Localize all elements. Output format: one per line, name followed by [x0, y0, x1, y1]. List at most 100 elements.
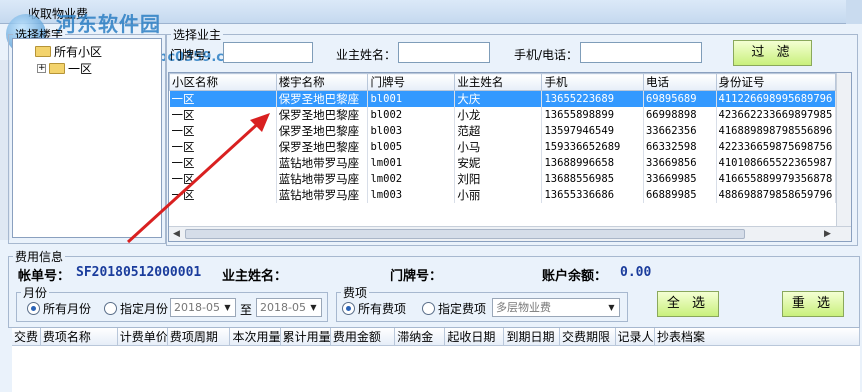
owner-name-input[interactable]	[398, 42, 490, 63]
table-cell: 66889985	[643, 187, 717, 203]
folder-icon	[49, 63, 65, 74]
phone-input[interactable]	[580, 42, 702, 63]
account-label: 帐单号：	[18, 269, 71, 284]
tree-root[interactable]: 所有小区	[35, 43, 102, 60]
table-cell: lm001	[367, 155, 456, 171]
table-cell: bl005	[367, 139, 456, 155]
account-value: SF20180512000001	[76, 265, 202, 280]
owner-column-header[interactable]: 手机	[541, 73, 644, 91]
scroll-left-icon[interactable]: ◀	[169, 227, 184, 241]
select-all-button[interactable]: 全 选	[657, 291, 719, 317]
fee-column-header[interactable]: 费用金额	[331, 328, 396, 345]
fee-column-header[interactable]: 滞纳金	[395, 328, 446, 345]
table-cell: 411226698995689796	[716, 90, 837, 107]
chevron-down-icon[interactable]: ▼	[220, 299, 235, 316]
fee-column-header[interactable]: 抄表档案	[655, 328, 861, 345]
fee-column-header[interactable]: 费项名称	[41, 328, 118, 345]
scroll-right-icon[interactable]: ▶	[820, 227, 835, 241]
fee-column-header[interactable]: 交费	[12, 328, 41, 345]
fee-item-value: 多层物业费	[496, 301, 551, 314]
fee-column-header[interactable]: 费项周期	[168, 328, 231, 345]
table-cell: bl002	[367, 107, 456, 123]
table-cell: 一区	[169, 107, 277, 123]
month-from-select[interactable]: 2018-05 ▼	[170, 298, 236, 317]
table-cell: bl003	[367, 123, 456, 139]
table-row[interactable]: 一区 保罗圣地巴黎座 bl001 大庆 13655223689 69895689 41122…	[169, 90, 851, 107]
fee-item-legend: 费项	[343, 286, 368, 300]
table-cell: 保罗圣地巴黎座	[276, 123, 369, 139]
expand-plus-icon[interactable]: +	[37, 64, 46, 73]
table-row[interactable]: 一区 蓝钻地带罗马座 lm003 小丽 13655336686 66889985 48869…	[169, 187, 851, 203]
table-cell: 66332598	[643, 139, 717, 155]
hscroll-thumb[interactable]	[185, 229, 745, 239]
table-row[interactable]: 一区 保罗圣地巴黎座 bl003 范超 13597946549 33662356 41688…	[169, 123, 851, 139]
fee-column-header[interactable]: 计费单价	[118, 328, 168, 345]
door-number-input[interactable]	[223, 42, 313, 63]
table-cell: 小马	[454, 139, 543, 155]
table-cell: 66998898	[643, 107, 717, 123]
table-cell: 一区	[169, 123, 277, 139]
table-row[interactable]: 一区 保罗圣地巴黎座 bl002 小龙 13655898899 66998898 42366…	[169, 107, 851, 123]
table-row[interactable]: 一区 保罗圣地巴黎座 bl005 小马 159336652689 66332598 4223…	[169, 139, 851, 155]
fee-table-body[interactable]	[12, 346, 860, 392]
building-tree[interactable]: 所有小区 + 一区	[12, 38, 162, 238]
table-cell: 蓝钻地带罗马座	[276, 187, 369, 203]
owner-name-label: 业主姓名：	[336, 48, 397, 62]
month-legend: 月份	[23, 286, 48, 300]
tree-node-yiqu[interactable]: + 一区	[37, 60, 92, 77]
owner-table-vscroll[interactable]	[836, 73, 851, 228]
table-cell: 一区	[169, 155, 277, 171]
window-close-button[interactable]	[846, 0, 862, 24]
owner-column-header[interactable]: 楼宇名称	[275, 73, 369, 91]
specify-item-label: 指定费项	[438, 302, 487, 316]
table-cell: 410108665522365987	[716, 155, 837, 171]
table-cell: 13688996658	[541, 155, 644, 171]
folder-icon	[35, 46, 51, 57]
table-cell: 488698879858659796	[716, 187, 837, 203]
balance-value: 0.00	[620, 265, 652, 280]
table-cell: 416889898798556896	[716, 123, 837, 139]
table-cell: 416655889979356878	[716, 171, 837, 187]
radio-checked-icon	[342, 302, 355, 315]
month-to-select[interactable]: 2018-05 ▼	[256, 298, 322, 317]
chevron-down-icon[interactable]: ▼	[306, 299, 321, 316]
owner-column-header[interactable]: 业主姓名	[454, 73, 543, 91]
table-cell: 13688556985	[541, 171, 644, 187]
table-cell: 423662233669897985	[716, 107, 837, 123]
chevron-down-icon[interactable]: ▼	[604, 299, 619, 316]
specify-item-radio[interactable]: 指定费项	[422, 300, 486, 317]
owner-column-header[interactable]: 门牌号	[367, 73, 456, 91]
owner-table-hscroll[interactable]: ◀ ▶	[169, 226, 851, 241]
filter-button[interactable]: 过 滤	[733, 40, 812, 66]
fee-column-header[interactable]: 到期日期	[504, 328, 560, 345]
phone-label: 手机/电话：	[514, 48, 579, 62]
table-cell: 小龙	[454, 107, 543, 123]
balance-label: 账户余额：	[542, 269, 608, 284]
owner-table[interactable]: 小区名称楼宇名称门牌号业主姓名手机电话身份证号户 一区保罗圣地巴黎座bl001大…	[168, 72, 852, 242]
fee-column-header[interactable]: 起收日期	[445, 328, 505, 345]
fee-column-header[interactable]: 交费期限	[560, 328, 616, 345]
table-cell: 保罗圣地巴黎座	[276, 90, 369, 107]
owner-column-header[interactable]: 电话	[642, 73, 717, 91]
all-items-radio[interactable]: 所有费项	[342, 300, 406, 317]
door-number-label: 门牌号：	[170, 48, 219, 62]
fee-column-header[interactable]: 本次用量	[230, 328, 281, 345]
reselect-button[interactable]: 重 选	[782, 291, 844, 317]
fee-column-header[interactable]: 记录人	[616, 328, 655, 345]
table-cell: 一区	[169, 90, 277, 107]
fee-item-select[interactable]: 多层物业费 ▼	[492, 298, 620, 317]
table-cell: 保罗圣地巴黎座	[276, 139, 369, 155]
table-cell: bl001	[367, 90, 456, 107]
all-months-radio[interactable]: 所有月份	[27, 300, 91, 317]
specify-month-radio[interactable]: 指定月份	[104, 300, 168, 317]
table-cell: 33662356	[643, 123, 717, 139]
owner-column-header[interactable]: 小区名称	[169, 73, 277, 91]
table-row[interactable]: 一区 蓝钻地带罗马座 lm002 刘阳 13688556985 33669985 41665…	[169, 171, 851, 187]
all-months-label: 所有月份	[43, 302, 92, 316]
fee-door-label: 门牌号：	[390, 269, 443, 284]
owner-table-header: 小区名称楼宇名称门牌号业主姓名手机电话身份证号户	[169, 73, 851, 91]
to-label: 至	[240, 303, 253, 317]
owner-column-header[interactable]: 身份证号	[715, 73, 837, 91]
table-row[interactable]: 一区 蓝钻地带罗马座 lm001 安妮 13688996658 33669856 41010…	[169, 155, 851, 171]
fee-column-header[interactable]: 累计用量	[281, 328, 331, 345]
